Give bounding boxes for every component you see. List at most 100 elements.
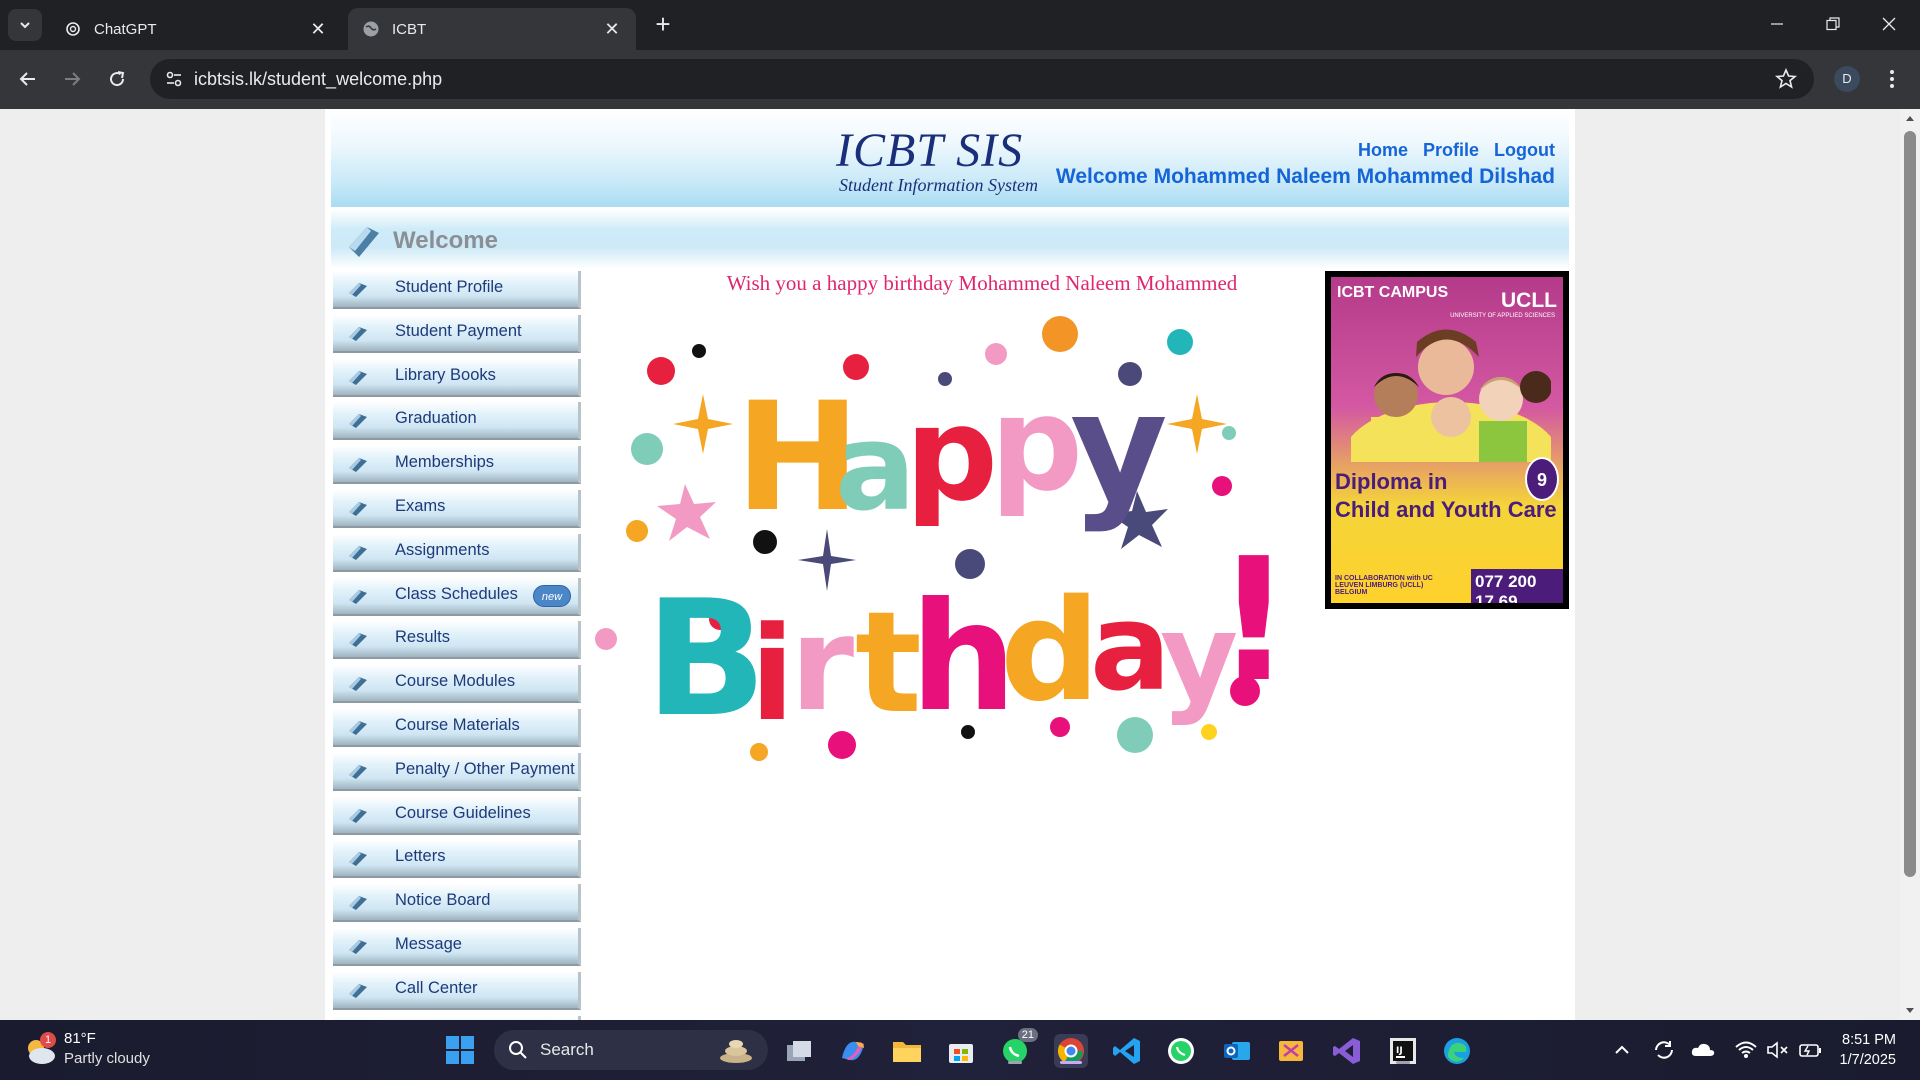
wifi-icon[interactable] <box>1734 1040 1758 1060</box>
outlook-icon[interactable] <box>1220 1034 1254 1068</box>
sidebar-item-label: Notice Board <box>395 891 491 910</box>
weather-alert-badge: 1 <box>40 1032 56 1048</box>
edge-icon[interactable] <box>1440 1034 1474 1068</box>
clock-date: 1/7/2025 <box>1839 1052 1896 1068</box>
intellij-icon[interactable]: IJ <box>1386 1034 1420 1068</box>
svg-text:r: r <box>790 588 854 740</box>
tab-chatgpt[interactable]: ChatGPT ✕ <box>50 8 342 50</box>
sidebar-item-exams[interactable]: Exams <box>333 489 581 528</box>
task-view-icon[interactable] <box>782 1034 816 1068</box>
sidebar-item-results[interactable]: Results <box>333 621 581 660</box>
chrome-icon[interactable] <box>1054 1034 1088 1068</box>
icbt-campus-logo: ICBT CAMPUS <box>1337 284 1449 301</box>
clock-time: 8:51 PM <box>1842 1032 1896 1048</box>
page-container: ICBT SIS Student Information System Home… <box>325 109 1575 1020</box>
bookmark-star-icon[interactable] <box>1774 67 1798 91</box>
more-vertical-icon[interactable] <box>1878 65 1906 93</box>
close-icon[interactable]: ✕ <box>602 19 622 39</box>
taskbar-search[interactable]: Search <box>494 1030 768 1070</box>
diamond-bullet-icon <box>349 545 367 560</box>
sidebar-item-label: Student Payment <box>395 321 522 340</box>
sidebar-item-graduation[interactable]: Graduation <box>333 402 581 441</box>
close-window-button[interactable] <box>1866 8 1912 40</box>
back-button[interactable] <box>12 63 44 95</box>
weather-condition: Partly cloudy <box>64 1050 150 1067</box>
reload-button[interactable] <box>101 63 133 95</box>
sidebar-item-assignments[interactable]: Assignments <box>333 533 581 572</box>
diamond-bullet-icon <box>349 720 367 735</box>
nav-logout-link[interactable]: Logout <box>1494 140 1555 161</box>
vertical-scrollbar[interactable] <box>1900 109 1920 1020</box>
scroll-up-icon[interactable] <box>1905 114 1915 124</box>
windows-start-icon[interactable] <box>444 1034 476 1066</box>
tab-icbt[interactable]: ICBT ✕ <box>348 8 636 50</box>
sidebar-item-label: Course Materials <box>395 715 520 734</box>
sync-icon[interactable] <box>1652 1038 1676 1062</box>
ucll-logo: UCLL <box>1501 289 1557 312</box>
sidebar-item-call-center[interactable]: Call Center <box>333 971 581 1010</box>
sidebar-item-label: Course Modules <box>395 672 516 691</box>
profile-avatar[interactable]: D <box>1834 66 1860 92</box>
diamond-bullet-icon <box>349 589 367 604</box>
ad-title-line2: Child and Youth Care <box>1335 497 1557 522</box>
system-clock[interactable]: 8:51 PM 1/7/2025 <box>1840 1030 1896 1070</box>
sidebar-item-penalty-other-payment[interactable]: Penalty / Other Payment <box>333 752 581 791</box>
weather-widget[interactable]: 1 81°F Partly cloudy <box>22 1030 182 1070</box>
whatsapp-icon[interactable]: 21 <box>998 1028 1038 1068</box>
sidebar-item-course-materials[interactable]: Course Materials <box>333 708 581 747</box>
sidebar-item-label: Student Profile <box>395 278 504 296</box>
happy-birthday-image: H a p p y B i r t h d a y ! <box>595 316 1290 761</box>
sidebar-item-class-schedules[interactable]: Class Schedules new <box>333 577 581 616</box>
nav-profile-link[interactable]: Profile <box>1423 140 1479 161</box>
sidebar-item-label: Library Books <box>395 365 496 384</box>
microsoft-store-icon[interactable] <box>944 1034 978 1068</box>
whatsapp-desktop-icon[interactable] <box>1164 1034 1198 1068</box>
sidebar-item-letters[interactable]: Letters <box>333 840 581 879</box>
close-icon[interactable]: ✕ <box>308 19 328 39</box>
scroll-down-icon[interactable] <box>1905 1005 1915 1015</box>
volume-muted-icon[interactable] <box>1766 1040 1790 1060</box>
site-header: ICBT SIS Student Information System Home… <box>331 109 1569 207</box>
file-explorer-icon[interactable] <box>890 1034 924 1068</box>
scrollbar-thumb[interactable] <box>1904 131 1916 877</box>
svg-text:IJ: IJ <box>1396 1046 1403 1056</box>
ad-phone: 077 200 17 69 <box>1471 569 1563 603</box>
address-bar[interactable]: icbtsis.lk/student_welcome.php <box>150 59 1814 99</box>
sidebar-item-label: Message <box>395 934 462 953</box>
vscode-icon[interactable] <box>1110 1034 1144 1068</box>
restore-button[interactable] <box>1810 8 1856 40</box>
visual-studio-icon[interactable] <box>1330 1034 1364 1068</box>
sidebar-item-message[interactable]: Message <box>333 927 581 966</box>
running-indicator <box>1008 1061 1022 1064</box>
sidebar-item-notice-board[interactable]: Notice Board <box>333 884 581 923</box>
diamond-bullet-icon <box>349 764 367 779</box>
diamond-bullet-icon <box>349 983 367 998</box>
sidebar-item-label: Results <box>395 628 451 647</box>
battery-icon[interactable] <box>1798 1040 1824 1060</box>
new-tab-button[interactable]: + <box>648 10 678 40</box>
diamond-bullet-icon <box>349 808 367 823</box>
sidebar-item-library-books[interactable]: Library Books <box>333 358 581 397</box>
snipping-tool-icon[interactable] <box>1274 1034 1308 1068</box>
sidebar-item-student-payment[interactable]: Student Payment <box>333 314 581 353</box>
sidebar-item-student-profile[interactable]: Student Profile <box>333 271 581 309</box>
copilot-icon[interactable] <box>836 1034 870 1068</box>
sidebar-item-course-guidelines[interactable]: Course Guidelines <box>333 796 581 835</box>
chevron-up-icon[interactable] <box>1612 1040 1632 1060</box>
close-icon <box>1882 17 1896 31</box>
sidebar-item-course-modules[interactable]: Course Modules <box>333 665 581 704</box>
ad-banner[interactable]: ICBT CAMPUS UCLL UNIVERSITY OF APPLIED S… <box>1325 271 1569 609</box>
onedrive-icon[interactable] <box>1690 1040 1716 1060</box>
forward-button[interactable] <box>56 63 88 95</box>
sidebar-item-label: Course Guidelines <box>395 803 531 822</box>
weather-temperature: 81°F <box>64 1030 96 1047</box>
search-icon <box>509 1041 527 1059</box>
search-label: Search <box>540 1040 594 1059</box>
minimize-button[interactable] <box>1754 8 1800 40</box>
nav-home-link[interactable]: Home <box>1358 140 1408 161</box>
site-info-icon[interactable] <box>154 59 194 99</box>
tab-search-button[interactable] <box>8 9 42 41</box>
svg-text:a: a <box>835 399 916 538</box>
diamond-bullet-icon <box>349 458 367 473</box>
sidebar-item-memberships[interactable]: Memberships <box>333 446 581 485</box>
